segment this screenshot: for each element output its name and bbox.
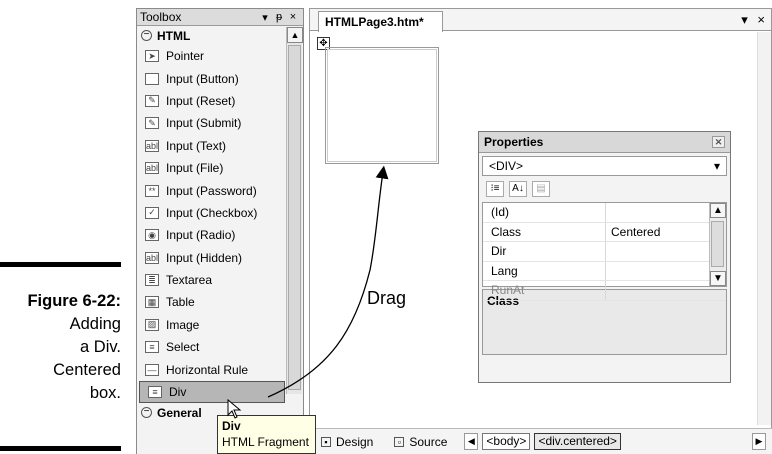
cursor-icon xyxy=(227,398,242,419)
annotation-layer xyxy=(227,165,389,419)
drag-arrow xyxy=(267,165,389,398)
